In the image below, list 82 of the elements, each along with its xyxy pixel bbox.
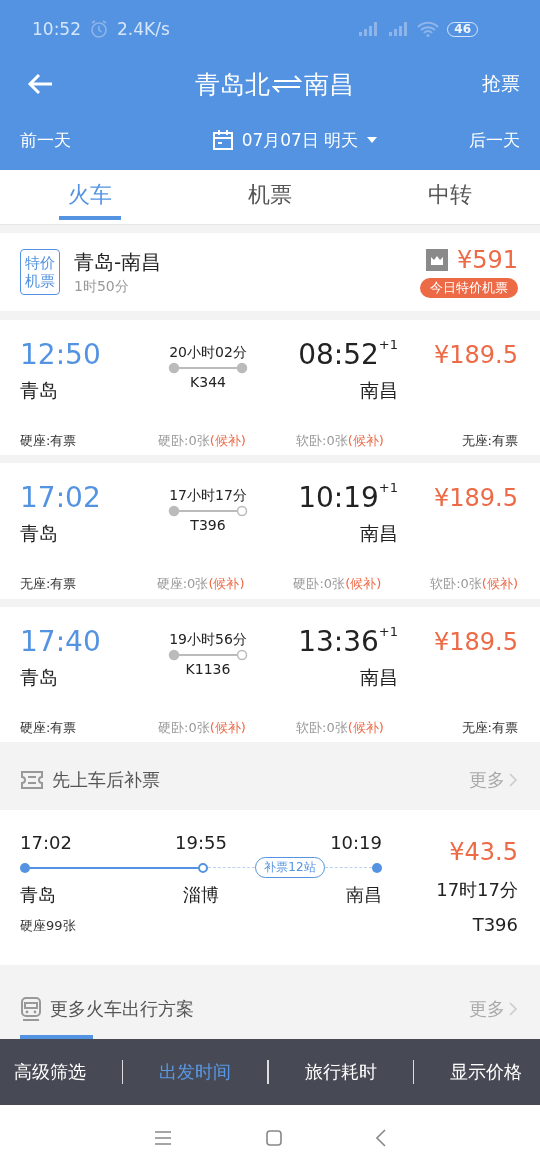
- status-time: 10:52: [32, 19, 81, 39]
- menu-icon[interactable]: [154, 1130, 172, 1145]
- seat-availability: 硬卧:0张(候补): [293, 575, 383, 594]
- arrival-station: 南昌: [346, 883, 382, 907]
- seat-availability: 无座:有票: [461, 432, 518, 451]
- arrival-time: 08:52$^{+1}$: [298, 338, 398, 373]
- route-line: 补票12站: [20, 853, 382, 883]
- train-number: K344: [190, 374, 226, 391]
- route-line-icon: [168, 648, 248, 661]
- seat-availability: 硬卧:0张(候补): [158, 718, 247, 737]
- special-fare-badge: 特价 机票: [20, 249, 60, 296]
- train-card[interactable]: 12:50 青岛 20小时02分 K344 08:52$^{+1}$ 南昌 ¥189.5 硬座:有票 硬卧:0张(候补) 软卧:0张(候补) 无座:有票: [0, 320, 540, 456]
- travel-duration: 20小时02分: [169, 344, 247, 363]
- seat-availability: 硬卧:0张(候补): [158, 432, 247, 451]
- ticket-icon: [20, 770, 44, 790]
- train-number: K1136: [185, 660, 231, 677]
- swap-icon[interactable]: [271, 74, 302, 94]
- departure-station: 青岛: [20, 883, 56, 907]
- boarding-time: 19:55: [175, 832, 227, 853]
- travel-duration: 17时17分: [436, 878, 518, 902]
- ticket-price: ¥189.5: [434, 483, 518, 515]
- back-icon[interactable]: [376, 1128, 386, 1147]
- crown-icon: [425, 249, 448, 272]
- ticket-price: ¥189.5: [434, 626, 518, 658]
- departure-station: 青岛: [20, 378, 59, 404]
- arrival-station: 南昌: [360, 521, 398, 547]
- seat-availability: 软卧:0张(候补): [296, 432, 385, 451]
- sort-option[interactable]: 旅行耗时: [304, 1060, 377, 1084]
- destination-station-title: 南昌: [303, 68, 354, 101]
- route-line-icon: [168, 505, 248, 518]
- seat-availability: 硬座:有票: [20, 718, 78, 737]
- flight-route: 青岛-南昌: [74, 248, 163, 276]
- signal-icon: [357, 21, 380, 37]
- flight-duration: 1时50分: [74, 277, 130, 296]
- travel-duration: 19小时56分: [169, 630, 247, 649]
- section-title: 更多火车出行方案: [50, 997, 194, 1022]
- home-icon[interactable]: [266, 1129, 282, 1146]
- ticket-price: ¥189.5: [434, 340, 518, 372]
- signal-icon: [387, 21, 410, 37]
- transfer-card[interactable]: 17:02 19:55 10:19 补票12站 青岛 淄博 南昌 硬座99张 ¥43.5 17时17分 T396: [0, 810, 540, 965]
- wifi-icon: [417, 21, 440, 37]
- departure-time: 12:50: [20, 338, 102, 373]
- seat-availability: 硬座:0张(候补): [156, 575, 246, 594]
- flight-deal-card[interactable]: 特价 机票 青岛-南昌 1时50分 ¥591 今日特价机票: [0, 233, 540, 312]
- alarm-icon: [89, 19, 109, 39]
- arrival-time: 10:19$^{+1}$: [298, 481, 398, 516]
- sort-option[interactable]: 显示价格: [449, 1060, 522, 1084]
- seat-availability: 软卧:0张(候补): [296, 718, 385, 737]
- ticket-price: ¥43.5: [449, 838, 518, 866]
- seat-availability: 无座:有票: [461, 718, 518, 737]
- route-line-icon: [168, 362, 248, 375]
- deal-tag: 今日特价机票: [420, 278, 518, 299]
- flight-price: ¥591: [456, 246, 518, 275]
- seat-availability: 无座:有票: [20, 575, 78, 594]
- transport-tab[interactable]: 机票: [180, 170, 360, 224]
- calendar-icon: [211, 129, 234, 151]
- departure-time: 17:02: [20, 481, 102, 516]
- dropdown-caret-icon[interactable]: [366, 136, 379, 144]
- arrival-time: 13:36$^{+1}$: [298, 624, 398, 659]
- network-speed: 2.4K/s: [117, 19, 170, 39]
- sort-option[interactable]: 高级筛选: [14, 1060, 86, 1084]
- seat-availability: 硬座99张: [20, 917, 77, 935]
- arrival-station: 南昌: [360, 378, 398, 404]
- seat-availability: 硬座:有票: [20, 432, 78, 451]
- departure-time: 17:40: [20, 624, 102, 659]
- travel-duration: 17小时17分: [169, 487, 247, 506]
- train-number: T396: [190, 517, 226, 534]
- train-icon: [20, 997, 42, 1022]
- train-number: T396: [472, 914, 518, 935]
- arrival-time: 10:19: [330, 832, 382, 853]
- back-arrow-icon[interactable]: [26, 72, 54, 96]
- boarding-station: 淄博: [183, 883, 219, 907]
- section-title: 先上车后补票: [52, 768, 160, 792]
- seat-availability: 软卧:0张(候补): [430, 575, 518, 594]
- departure-station: 青岛: [20, 664, 59, 690]
- arrival-station: 南昌: [360, 664, 398, 690]
- transport-tab[interactable]: 中转: [360, 170, 540, 224]
- origin-station-title: 青岛北: [194, 68, 270, 101]
- train-card[interactable]: 17:02 青岛 17小时17分 T396 10:19$^{+1}$ 南昌 ¥189.5 无座:有票 硬座:0张(候补) 硬卧:0张(候补) 软卧:0张(候补): [0, 463, 540, 599]
- train-card[interactable]: 17:40 青岛 19小时56分 K1136 13:36$^{+1}$ 南昌 ¥189.5 硬座:有票 硬卧:0张(候补) 软卧:0张(候补) 无座:有票: [0, 606, 540, 742]
- departure-station: 青岛: [20, 521, 59, 547]
- departure-time: 17:02: [20, 832, 72, 853]
